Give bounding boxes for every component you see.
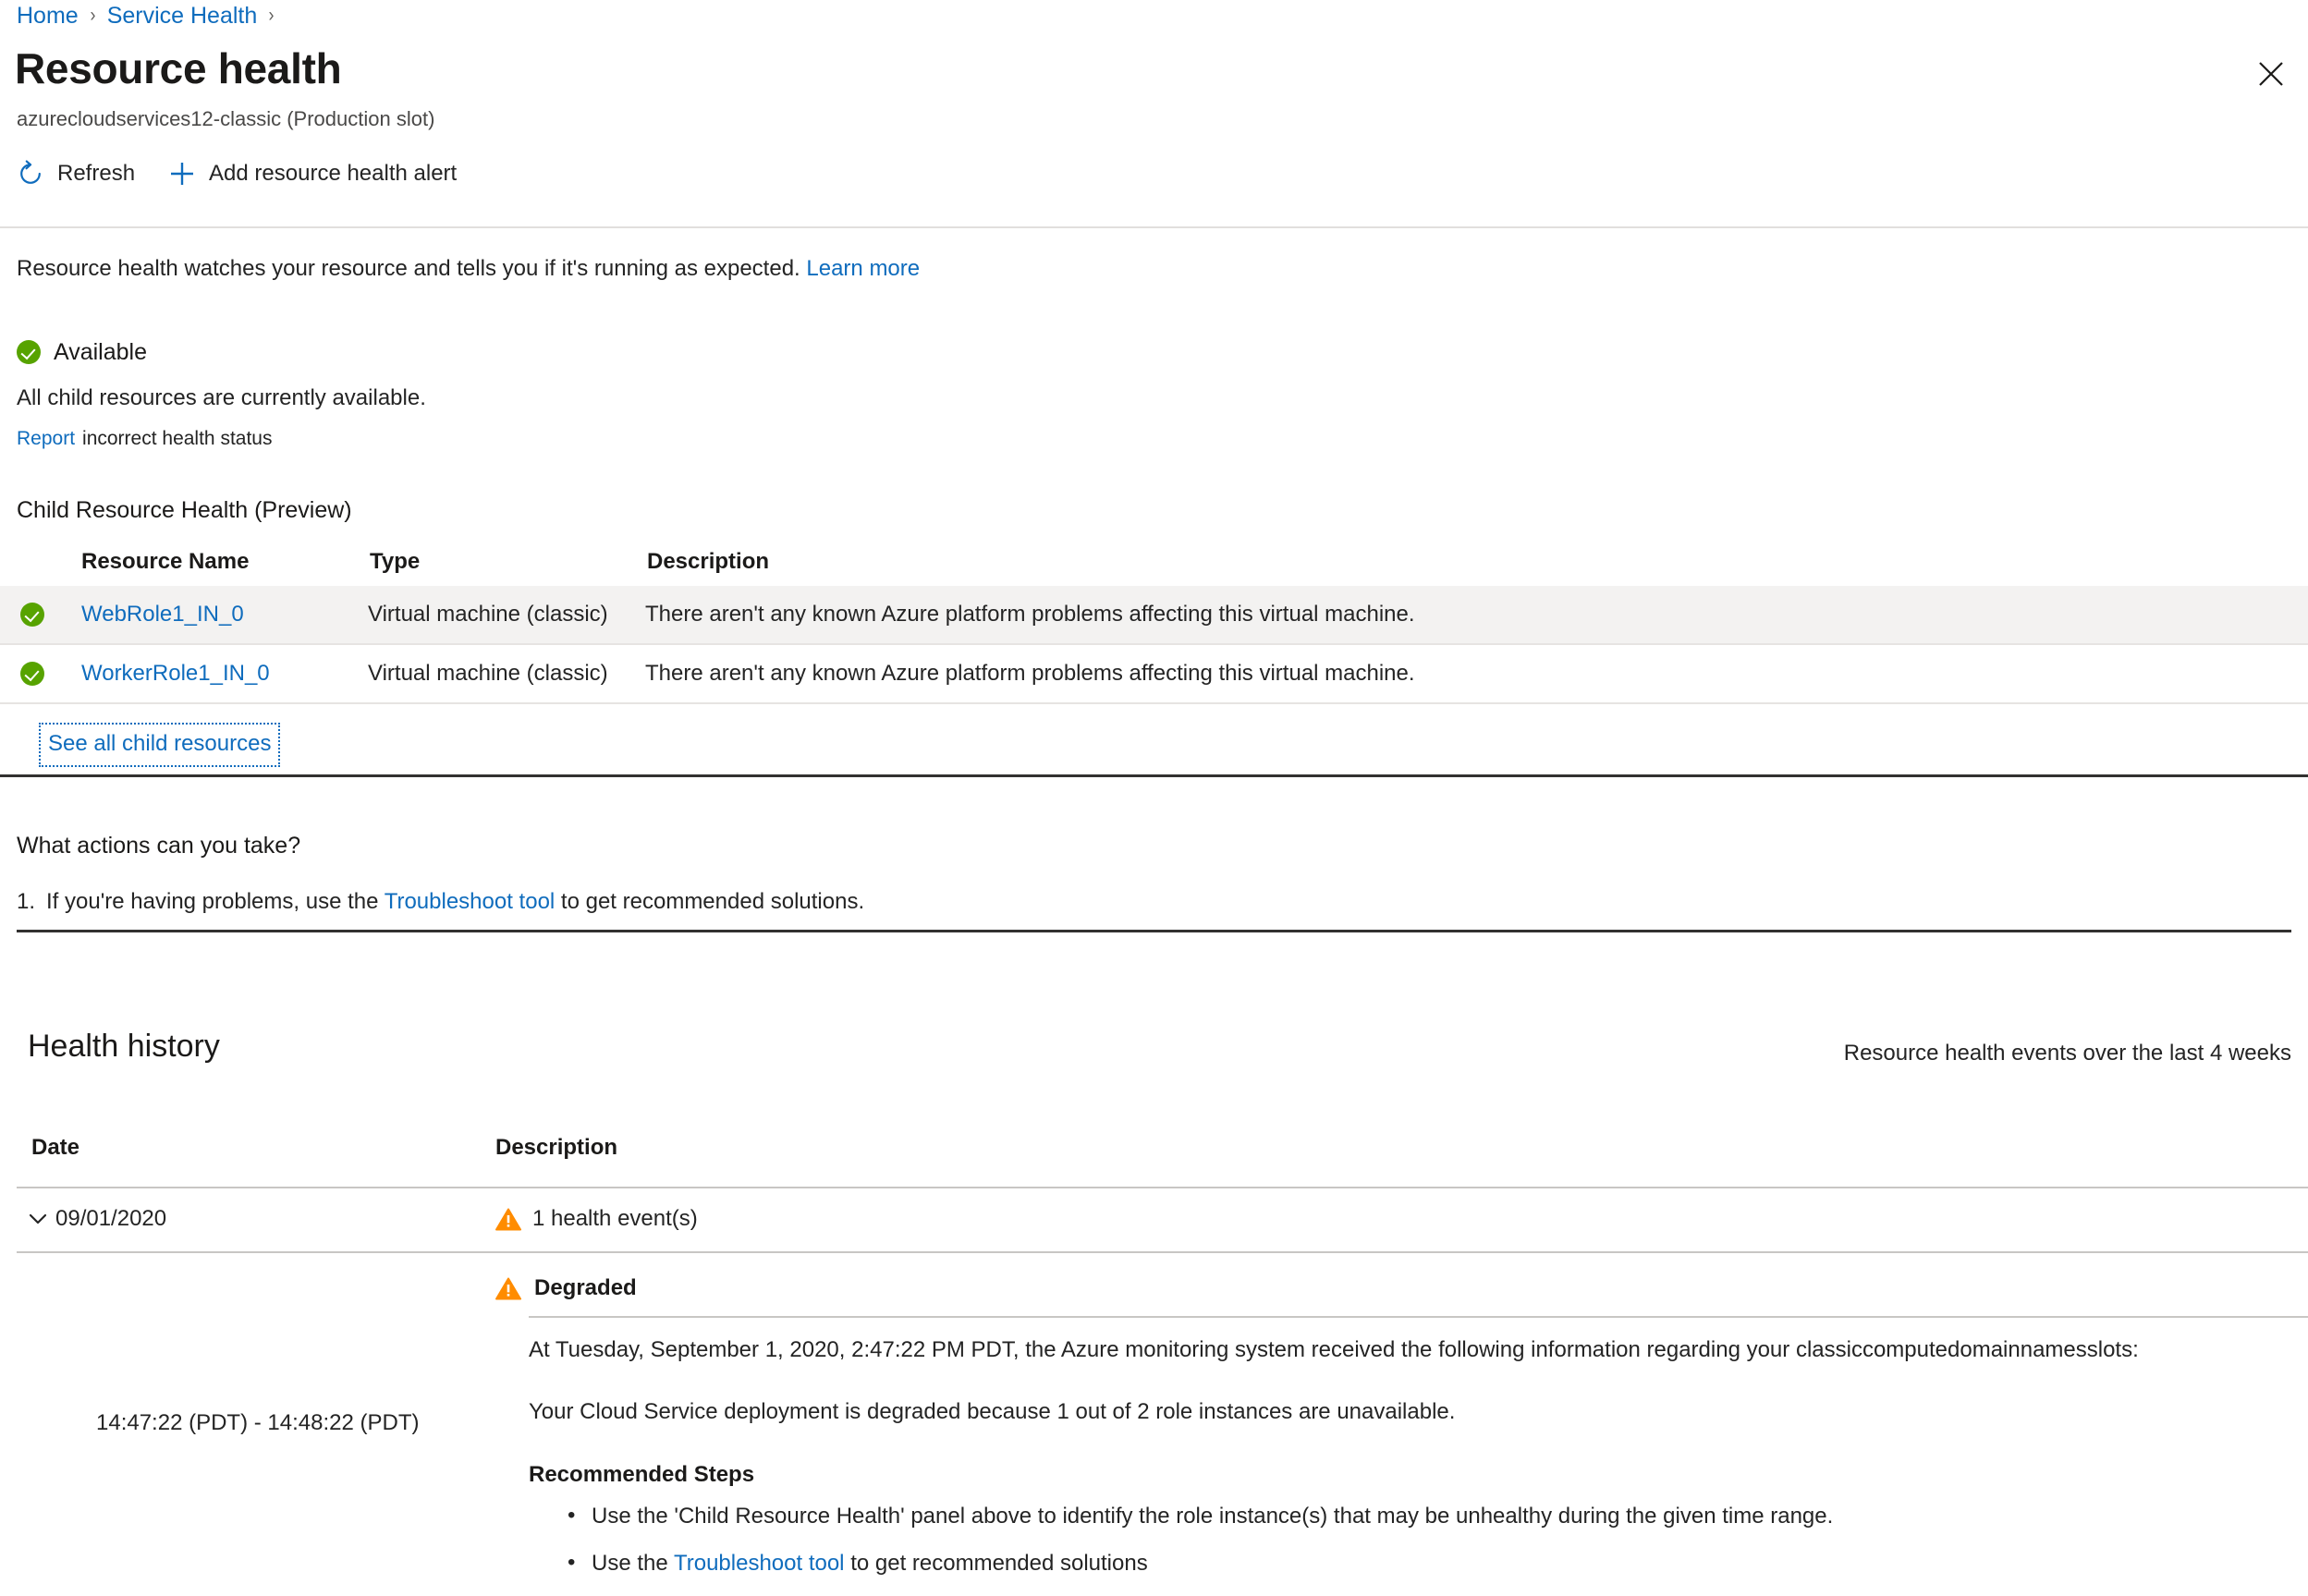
page-subtitle: azurecloudservices12-classic (Production… [17, 107, 435, 130]
refresh-icon [17, 160, 44, 188]
warning-triangle-icon [495, 1208, 521, 1231]
event-paragraph-2: Your Cloud Service deployment is degrade… [529, 1399, 1456, 1424]
troubleshoot-tool-link[interactable]: Troubleshoot tool [674, 1551, 845, 1576]
column-header-date: Date [31, 1135, 80, 1160]
health-history-title: Health history [28, 1029, 220, 1064]
resource-health-blade: Home › Service Health › Resource health … [0, 0, 2308, 1596]
plus-icon [168, 160, 196, 188]
check-circle-icon [17, 340, 41, 364]
health-history-divider-bottom [17, 1251, 2308, 1253]
breadcrumb: Home › Service Health › [17, 0, 286, 31]
check-circle-icon [20, 662, 44, 686]
resource-type: Virtual machine (classic) [368, 602, 608, 627]
health-history-date-row[interactable]: 09/01/2020 1 health event(s) [0, 1187, 2308, 1251]
step-text-before: Use the [592, 1551, 668, 1576]
event-status-label: Degraded [534, 1275, 637, 1300]
date-expander[interactable]: 09/01/2020 [0, 1206, 495, 1232]
availability-status: Available [17, 336, 147, 368]
resource-name-link[interactable]: WorkerRole1_IN_0 [81, 661, 368, 687]
chevron-down-icon [26, 1207, 50, 1231]
command-bar: Refresh Add resource health alert [17, 159, 457, 189]
step-text-after: to get recommended solutions [850, 1551, 1148, 1576]
column-header-description: Description [495, 1135, 618, 1160]
close-icon [2259, 62, 2283, 86]
page-title: Resource health [15, 44, 342, 92]
event-divider [529, 1316, 2308, 1318]
learn-more-link[interactable]: Learn more [806, 256, 920, 281]
health-event-count-label: 1 health event(s) [532, 1206, 698, 1231]
warning-triangle-icon [495, 1277, 521, 1300]
add-resource-health-alert-button[interactable]: Add resource health alert [168, 159, 457, 189]
report-health-status-row: Report incorrect health status [17, 426, 272, 452]
column-header-type: Type [370, 549, 421, 574]
row-status-icon-cell [20, 603, 81, 627]
resource-type: Virtual machine (classic) [368, 661, 608, 686]
refresh-label: Refresh [57, 161, 136, 186]
troubleshoot-tool-link[interactable]: Troubleshoot tool [385, 889, 556, 914]
child-health-bottom-divider [0, 774, 2308, 777]
report-link[interactable]: Report [17, 428, 75, 449]
actions-list-item: 1. If you're having problems, use the Tro… [17, 887, 864, 917]
actions-bottom-divider [17, 930, 2291, 932]
recommended-steps-title: Recommended Steps [529, 1462, 755, 1487]
see-all-child-resources-wrap: See all child resources [39, 723, 281, 767]
actions-section-title: What actions can you take? [17, 833, 301, 859]
breadcrumb-item-service-health[interactable]: Service Health [107, 0, 258, 31]
health-history-subtitle: Resource health events over the last 4 w… [1843, 1041, 2291, 1066]
resource-description: There aren't any known Azure platform pr… [645, 602, 1415, 627]
breadcrumb-separator-icon: › [90, 5, 96, 26]
check-circle-icon [20, 603, 44, 627]
event-time-range: 14:47:22 (PDT) - 14:48:22 (PDT) [96, 1410, 420, 1435]
add-alert-label: Add resource health alert [209, 161, 458, 186]
intro-sentence: Resource health watches your resource an… [17, 256, 800, 281]
resource-description: There aren't any known Azure platform pr… [645, 661, 1415, 686]
actions-item-number: 1. [17, 889, 36, 914]
availability-description: All child resources are currently availa… [17, 385, 426, 410]
refresh-button[interactable]: Refresh [17, 159, 135, 189]
table-row[interactable]: WorkerRole1_IN_0 Virtual machine (classi… [0, 645, 2308, 704]
column-header-description: Description [647, 549, 770, 574]
table-header-row: Resource Name Type Description [0, 538, 2308, 586]
table-row[interactable]: WebRole1_IN_0 Virtual machine (classic) … [0, 586, 2308, 645]
command-bar-divider [0, 226, 2308, 228]
column-header-resource-name: Resource Name [81, 549, 250, 574]
child-resource-health-table: Resource Name Type Description WebRole1_… [0, 538, 2308, 704]
event-paragraph-1: At Tuesday, September 1, 2020, 2:47:22 P… [529, 1337, 2139, 1362]
breadcrumb-separator-icon-2: › [268, 5, 275, 26]
intro-text: Resource health watches your resource an… [17, 254, 920, 284]
list-item: Use the Troubleshoot tool to get recomme… [568, 1548, 1833, 1578]
see-all-child-resources-link[interactable]: See all child resources [39, 723, 281, 767]
resource-name-link[interactable]: WebRole1_IN_0 [81, 602, 368, 627]
step-text: Use the 'Child Resource Health' panel ab… [592, 1504, 1834, 1529]
breadcrumb-item-home[interactable]: Home [17, 0, 79, 31]
report-rest-text: incorrect health status [82, 428, 273, 449]
actions-item-before: If you're having problems, use the [46, 889, 379, 914]
health-history-header-row: Date Description [0, 1135, 2308, 1185]
close-button[interactable] [2251, 54, 2291, 94]
actions-item-after: to get recommended solutions. [560, 889, 865, 914]
child-resource-health-title: Child Resource Health (Preview) [17, 497, 352, 523]
date-value: 09/01/2020 [55, 1206, 167, 1231]
event-status-badge: Degraded [495, 1275, 637, 1301]
list-item: Use the 'Child Resource Health' panel ab… [568, 1501, 1834, 1531]
recommended-steps-list: Use the 'Child Resource Health' panel ab… [529, 1501, 1834, 1596]
row-status-icon-cell [20, 662, 81, 686]
health-event-count-cell: 1 health event(s) [495, 1206, 2308, 1232]
availability-status-label: Available [54, 339, 148, 365]
